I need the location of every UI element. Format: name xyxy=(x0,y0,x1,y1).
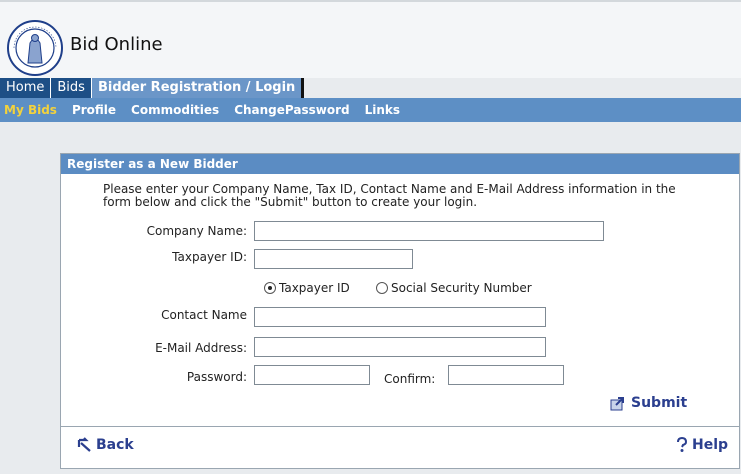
company-name-input[interactable] xyxy=(254,221,604,241)
taxpayer-id-label: Taxpayer ID: xyxy=(172,250,247,264)
subnav-profile[interactable]: Profile xyxy=(72,103,116,117)
city-seal-icon xyxy=(7,20,63,76)
intro-text: Please enter your Company Name, Tax ID, … xyxy=(103,182,676,209)
help-label: Help xyxy=(692,437,729,453)
password-label: Password: xyxy=(186,370,247,384)
contact-name-input[interactable] xyxy=(254,307,546,327)
confirm-label: Confirm: xyxy=(384,372,436,386)
company-name-label: Company Name: xyxy=(146,224,247,238)
email-address-label: E-Mail Address: xyxy=(155,341,247,355)
registration-panel: Register as a New Bidder Please enter yo… xyxy=(60,153,740,469)
radio-ssn-label: Social Security Number xyxy=(391,281,532,295)
radio-unselected-icon[interactable] xyxy=(376,282,388,294)
top-divider xyxy=(0,0,741,2)
radio-ssn[interactable]: Social Security Number xyxy=(376,281,532,295)
radio-taxpayer-id[interactable]: Taxpayer ID xyxy=(264,281,350,295)
taxpayer-id-input[interactable] xyxy=(254,249,413,269)
submit-button[interactable]: Submit xyxy=(610,395,687,411)
tab-bids[interactable]: Bids xyxy=(51,78,92,98)
radio-selected-icon[interactable] xyxy=(264,282,276,294)
subnav-commodities[interactable]: Commodities xyxy=(131,103,219,117)
panel-title: Register as a New Bidder xyxy=(61,154,739,174)
email-address-input[interactable] xyxy=(254,337,546,357)
help-button[interactable]: Help xyxy=(675,437,728,453)
tab-end-marker xyxy=(301,78,305,98)
subnav-my-bids[interactable]: My Bids xyxy=(4,103,57,117)
site-title: Bid Online xyxy=(70,34,163,55)
tab-bidder-registration[interactable]: Bidder Registration / Login xyxy=(91,78,302,98)
subnav-links[interactable]: Links xyxy=(365,103,400,117)
submit-arrow-icon xyxy=(610,397,624,411)
radio-taxpayer-label: Taxpayer ID xyxy=(279,281,350,295)
contact-name-label: Contact Name xyxy=(161,308,247,322)
submit-label: Submit xyxy=(631,395,688,411)
help-question-icon xyxy=(677,437,688,452)
back-arrow-icon xyxy=(77,437,91,452)
panel-divider xyxy=(61,426,739,427)
subnav-change-password[interactable]: ChangePassword xyxy=(234,103,349,117)
tab-home[interactable]: Home xyxy=(0,78,52,98)
confirm-password-input[interactable] xyxy=(448,365,564,385)
back-button[interactable]: Back xyxy=(77,437,134,453)
password-input[interactable] xyxy=(254,365,370,385)
back-label: Back xyxy=(96,437,134,453)
main-tabs: Home Bids Bidder Registration / Login xyxy=(0,78,305,98)
sub-navigation: My Bids Profile Commodities ChangePasswo… xyxy=(0,98,741,122)
